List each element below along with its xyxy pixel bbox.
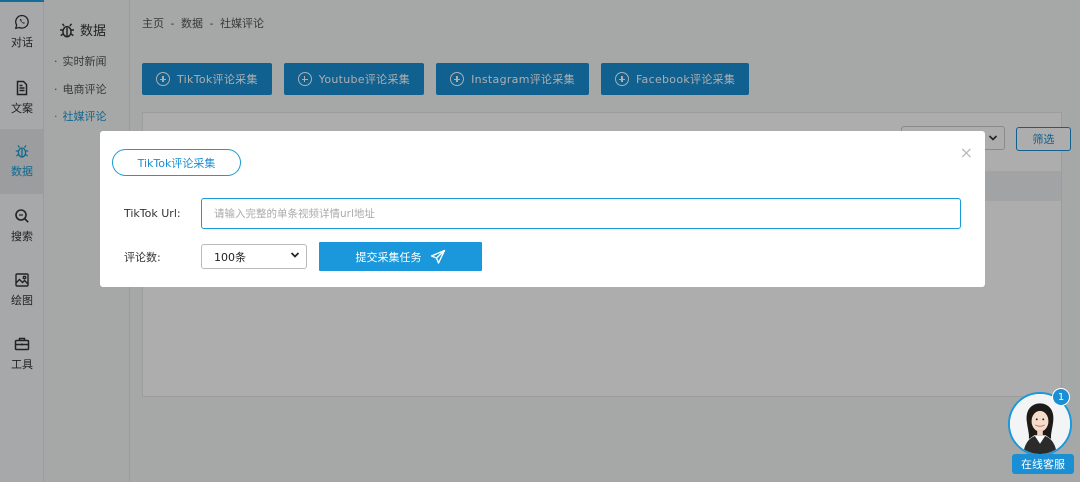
close-icon[interactable]: × [960, 143, 973, 162]
online-support-label[interactable]: 在线客服 [1012, 454, 1074, 474]
dialog-title: TikTok评论采集 [112, 149, 241, 176]
comment-count-value: 100条 [214, 250, 246, 264]
comment-count-label: 评论数: [124, 251, 161, 264]
submit-label: 提交采集任务 [355, 250, 422, 264]
online-support-widget[interactable]: 1 在线客服 [1006, 388, 1074, 476]
url-label: TikTok Url: [124, 207, 181, 220]
send-icon [430, 249, 445, 264]
submit-task-button[interactable]: 提交采集任务 [319, 242, 482, 271]
url-field-wrapper [201, 198, 961, 229]
tiktok-url-input[interactable] [214, 207, 960, 220]
comment-count-select[interactable]: 100条 [201, 244, 307, 269]
chevron-down-icon [290, 252, 300, 258]
tiktok-collect-dialog: TikTok评论采集 × TikTok Url: 评论数: 100条 提交采集任… [100, 131, 985, 287]
notification-badge: 1 [1052, 388, 1070, 406]
